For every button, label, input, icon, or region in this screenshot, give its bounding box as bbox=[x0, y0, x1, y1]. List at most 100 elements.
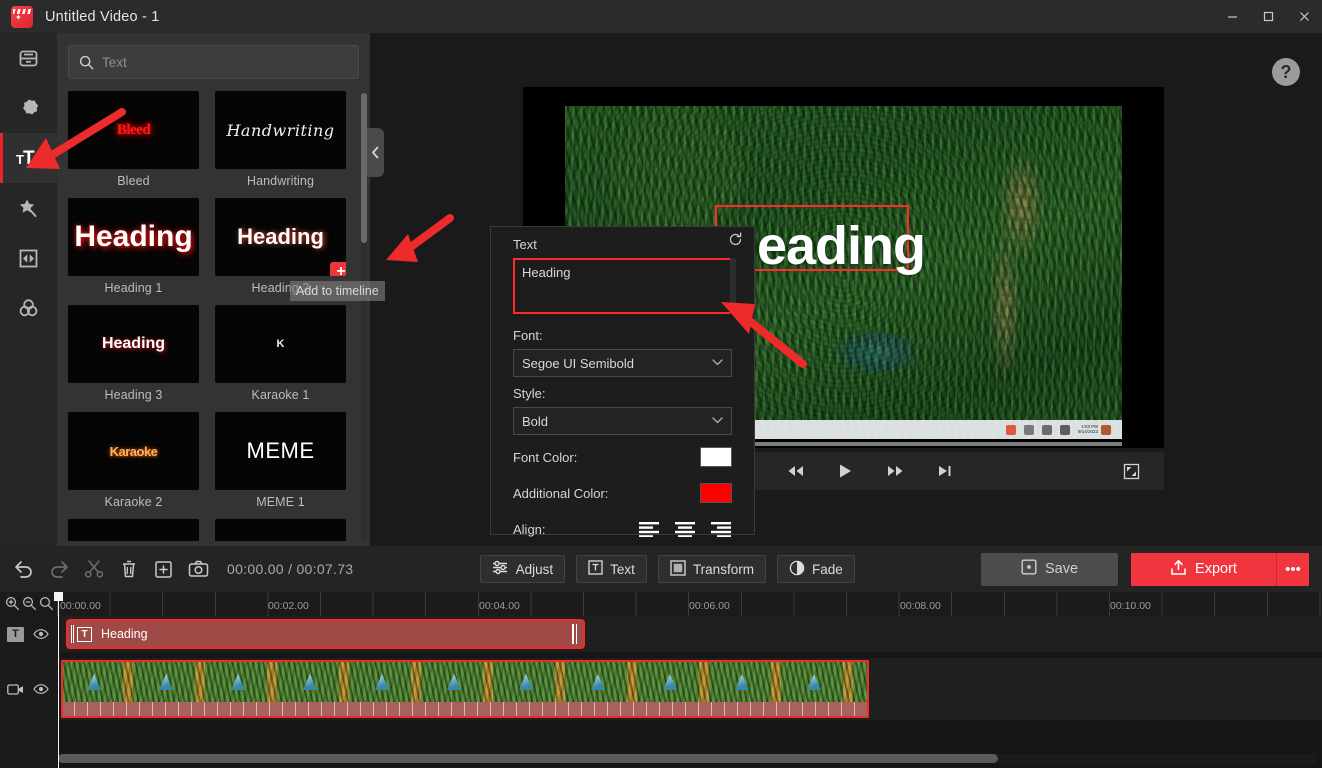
next-frame-icon[interactable] bbox=[920, 452, 970, 490]
add-to-timeline-button[interactable]: + bbox=[330, 262, 346, 276]
sidebar-item-effects[interactable] bbox=[0, 183, 57, 233]
text-clip-icon: T bbox=[77, 626, 92, 642]
preset-cell-karaoke-2[interactable]: Karaoke Karaoke 2 bbox=[68, 412, 199, 509]
scissors-icon[interactable] bbox=[76, 546, 111, 592]
add-to-timeline-tooltip: Add to timeline bbox=[290, 281, 385, 301]
reset-icon[interactable] bbox=[728, 232, 743, 251]
export-button[interactable]: Export bbox=[1131, 552, 1276, 586]
close-icon[interactable] bbox=[1286, 0, 1322, 33]
search-area bbox=[57, 33, 370, 79]
fade-button[interactable]: Fade bbox=[776, 555, 855, 583]
preset-cell-heading-3[interactable]: Heading Heading 3 bbox=[68, 305, 199, 402]
preset-preview-text: Heading bbox=[237, 224, 324, 249]
window-title: Untitled Video - 1 bbox=[45, 8, 160, 25]
sidebar-item-media[interactable] bbox=[0, 33, 57, 83]
crop-icon[interactable] bbox=[146, 546, 181, 592]
preset-thumb[interactable]: Heading bbox=[68, 198, 199, 276]
text-clip[interactable]: T Heading bbox=[66, 619, 585, 649]
preset-cell-next-b[interactable] bbox=[215, 519, 346, 541]
sidebar-item-sticker[interactable] bbox=[0, 83, 57, 133]
preset-cell-handwriting[interactable]: Handwriting Handwriting bbox=[215, 91, 346, 188]
preset-thumb[interactable]: Heading + bbox=[215, 198, 346, 276]
font-select[interactable]: Segoe UI Semibold bbox=[513, 349, 732, 377]
sidebar-item-transitions[interactable] bbox=[0, 233, 57, 283]
timeline-gutter: T bbox=[0, 592, 57, 768]
preset-thumb[interactable]: Bleed bbox=[68, 91, 199, 169]
eye-visible-icon[interactable] bbox=[33, 628, 49, 640]
clip-right-handle[interactable] bbox=[572, 624, 577, 644]
timeline-ruler[interactable]: 00:00.00 00:02.00 00:04.00 00:06.00 00:0… bbox=[57, 592, 1322, 616]
maximize-icon[interactable] bbox=[1250, 0, 1286, 33]
align-right-icon[interactable] bbox=[710, 521, 732, 537]
text-track[interactable]: T Heading bbox=[58, 616, 1322, 652]
clip-label: Heading bbox=[101, 627, 148, 641]
preset-thumb[interactable]: Heading bbox=[68, 305, 199, 383]
additional-color-swatch[interactable] bbox=[700, 483, 732, 503]
window-controls bbox=[1214, 0, 1322, 33]
style-select[interactable]: Bold bbox=[513, 407, 732, 435]
ruler-label: 00:04.00 bbox=[479, 600, 520, 612]
preset-cell-heading-1[interactable]: Heading Heading 1 bbox=[68, 198, 199, 295]
preset-cell-bleed[interactable]: Bleed Bleed bbox=[68, 91, 199, 188]
align-left-icon[interactable] bbox=[638, 521, 660, 537]
font-value: Segoe UI Semibold bbox=[522, 355, 635, 371]
sidebar-item-text[interactable]: TT bbox=[0, 133, 57, 183]
preset-cell-meme-1[interactable]: MEME MEME 1 bbox=[215, 412, 346, 509]
preset-grid: Bleed Bleed Handwriting Handwriting Head… bbox=[68, 91, 363, 541]
preset-label: Karaoke 2 bbox=[104, 495, 163, 509]
fast-forward-icon[interactable] bbox=[870, 452, 920, 490]
additional-color-row: Additional Color: bbox=[513, 479, 732, 507]
save-button[interactable]: Save bbox=[981, 552, 1118, 586]
fade-label: Fade bbox=[811, 561, 843, 577]
text-track-controls: T bbox=[0, 616, 49, 652]
preset-thumb[interactable] bbox=[215, 519, 346, 541]
transform-button[interactable]: Transform bbox=[657, 555, 766, 583]
align-center-icon[interactable] bbox=[674, 521, 696, 537]
minimize-icon[interactable] bbox=[1214, 0, 1250, 33]
adjust-button[interactable]: Adjust bbox=[479, 555, 566, 583]
preset-thumb[interactable]: Handwriting bbox=[215, 91, 346, 169]
preset-thumb[interactable]: Karaoke bbox=[68, 412, 199, 490]
zoom-in-icon[interactable] bbox=[5, 596, 20, 611]
panel-collapse-handle[interactable] bbox=[367, 128, 384, 177]
preset-label: Handwriting bbox=[246, 174, 315, 188]
chevron-down-icon bbox=[712, 357, 723, 369]
sidebar-item-filters[interactable] bbox=[0, 283, 57, 333]
text-input[interactable] bbox=[513, 258, 732, 314]
font-color-swatch[interactable] bbox=[700, 447, 732, 467]
text-label: Text bbox=[610, 561, 635, 577]
timeline-horizontal-scrollbar[interactable] bbox=[58, 754, 1316, 763]
preset-thumb[interactable]: K bbox=[215, 305, 346, 383]
video-track[interactable] bbox=[58, 658, 1322, 720]
search-box[interactable] bbox=[68, 45, 359, 79]
preset-thumb[interactable] bbox=[68, 519, 199, 541]
text-button[interactable]: Text bbox=[576, 555, 647, 583]
search-input[interactable] bbox=[102, 54, 348, 70]
playhead[interactable] bbox=[54, 592, 63, 768]
camera-icon[interactable] bbox=[181, 546, 216, 592]
clip-left-handle[interactable] bbox=[71, 625, 75, 643]
zoom-out-icon[interactable] bbox=[22, 596, 37, 611]
eye-visible-icon[interactable] bbox=[33, 683, 49, 695]
zoom-fit-icon[interactable] bbox=[39, 596, 54, 611]
text-input-scrollbar[interactable] bbox=[730, 258, 736, 314]
rewind-icon[interactable] bbox=[770, 452, 820, 490]
play-icon[interactable] bbox=[820, 452, 870, 490]
preset-thumb[interactable]: MEME bbox=[215, 412, 346, 490]
preset-label: Karaoke 1 bbox=[251, 388, 310, 402]
font-label: Font: bbox=[513, 328, 543, 343]
fullscreen-icon[interactable] bbox=[1106, 452, 1156, 490]
preset-cell-karaoke-1[interactable]: K Karaoke 1 bbox=[215, 305, 346, 402]
redo-icon[interactable] bbox=[41, 546, 76, 592]
style-value: Bold bbox=[522, 413, 549, 429]
help-icon[interactable]: ? bbox=[1272, 58, 1300, 86]
preset-cell-next-a[interactable] bbox=[68, 519, 199, 541]
title-bar: Untitled Video - 1 bbox=[0, 0, 1322, 33]
save-disk-icon bbox=[1021, 559, 1037, 579]
export-more-button[interactable]: ••• bbox=[1276, 552, 1309, 586]
undo-icon[interactable] bbox=[6, 546, 41, 592]
video-clip[interactable] bbox=[61, 660, 869, 718]
trash-icon[interactable] bbox=[111, 546, 146, 592]
preset-label: MEME 1 bbox=[256, 495, 305, 509]
timeline: T 00:00.00 00:02.00 00:04.00 00:06.00 00… bbox=[0, 592, 1322, 768]
